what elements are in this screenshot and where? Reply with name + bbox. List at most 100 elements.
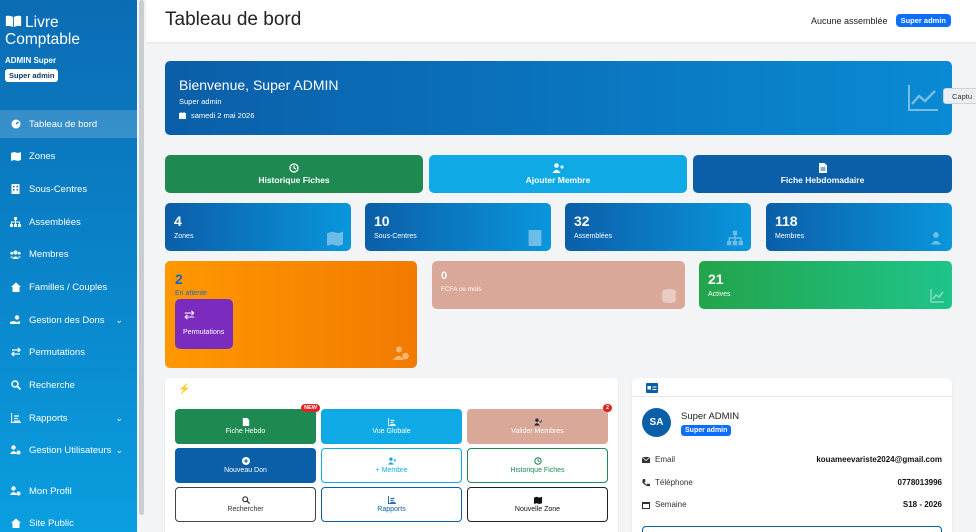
weekly-report-button[interactable]: Fiche Hebdomadaire: [693, 155, 952, 193]
pending-card[interactable]: 2 En attente ⇄ Permutations: [165, 261, 417, 368]
quick-add-member-button[interactable]: + Membre: [321, 448, 462, 483]
top-bar: Tableau de bord Aucune assemblée Super a…: [146, 0, 976, 42]
quick-button-label: + Membre: [375, 467, 408, 474]
brand-line2: Comptable: [5, 31, 80, 48]
quick-rapports-button[interactable]: Rapports: [321, 487, 462, 522]
stat-value: 10: [374, 213, 390, 229]
profile-role-badge: Super admin: [681, 425, 732, 436]
sitemap-icon: [727, 230, 743, 246]
line-chart-icon: [908, 85, 938, 111]
quick-valider-membres-button[interactable]: Valider Membres 2: [467, 404, 612, 444]
quick-nouvelle-zone-button[interactable]: Nouvelle Zone: [467, 487, 608, 522]
user-cog-icon: [10, 486, 21, 497]
page-title: Tableau de bord: [165, 9, 302, 30]
sidebar-item-mon-profil[interactable]: Mon Profil: [0, 477, 137, 505]
add-member-button[interactable]: Ajouter Membre: [429, 155, 687, 193]
fcfa-value: 0: [441, 270, 448, 282]
quick-button-label: Fiche Hebdo: [225, 428, 266, 435]
sidebar-item-sous-centres[interactable]: Sous-Centres: [0, 175, 137, 203]
book-icon: [5, 15, 22, 28]
map-icon: [327, 231, 343, 246]
chart-icon: [10, 413, 21, 424]
sidebar-item-familles[interactable]: Familles / Couples: [0, 273, 137, 301]
quick-historique-button[interactable]: Historique Fiches: [467, 448, 608, 483]
divider: [632, 396, 952, 397]
profile-action-button[interactable]: [642, 526, 942, 532]
quick-rechercher-button[interactable]: Rechercher: [175, 487, 316, 522]
fcfa-label: FCFA ce mois: [441, 286, 482, 293]
stat-value: 4: [174, 213, 182, 229]
active-card[interactable]: 21 Actives: [699, 261, 952, 309]
active-value: 21: [708, 271, 724, 287]
user-plus-icon: [387, 457, 396, 465]
stat-label: Zones: [174, 233, 194, 240]
sidebar-item-assemblees[interactable]: Assemblées: [0, 208, 137, 236]
welcome-role: Super admin: [179, 97, 222, 106]
profile-week-row: Semaine S18 - 2026: [642, 500, 942, 514]
phone-value: 0778013996: [897, 478, 943, 487]
sidebar-item-gestion-utilisateurs[interactable]: Gestion Utilisateurs ⌄: [0, 436, 137, 464]
sidebar-item-dons[interactable]: Gestion des Dons ⌄: [0, 306, 137, 334]
sidebar-item-rapports[interactable]: Rapports ⌄: [0, 404, 137, 432]
sidebar-item-recherche[interactable]: Recherche: [0, 371, 137, 399]
stat-card-assemblees[interactable]: 32 Assemblées: [565, 203, 751, 251]
sidebar-item-site-public[interactable]: Site Public: [0, 509, 137, 532]
assembly-status: Aucune assemblée: [811, 15, 888, 26]
permutations-tile[interactable]: ⇄ Permutations: [175, 299, 233, 349]
calendar-icon: [642, 501, 650, 509]
search-icon: [10, 380, 21, 391]
map-icon: [533, 496, 542, 504]
map-icon: [10, 151, 21, 162]
quick-vue-globale-button[interactable]: Vue Globale: [321, 409, 462, 444]
bolt-icon: ⚡: [178, 384, 191, 395]
quick-button-label: Rechercher: [227, 506, 264, 513]
sidebar-item-membres[interactable]: Membres: [0, 240, 137, 268]
quick-button-label: Vue Globale: [372, 428, 411, 435]
phone-icon: [642, 478, 650, 486]
coins-icon: [662, 288, 676, 304]
quick-fiche-hebdo-button[interactable]: Fiche Hebdo NEW: [175, 404, 320, 444]
stat-card-sous-centres[interactable]: 10 Sous-Centres: [365, 203, 551, 251]
envelope-icon: [642, 456, 650, 463]
fcfa-card[interactable]: 0 FCFA ce mois: [432, 261, 685, 309]
sidebar-item-label: Site Public: [29, 517, 74, 529]
sidebar-item-label: Mon Profil: [29, 485, 72, 497]
stat-label: Membres: [775, 233, 805, 240]
sidebar-scrollbar[interactable]: [139, 0, 144, 515]
stat-card-zones[interactable]: 4 Zones: [165, 203, 351, 251]
file-icon: [818, 163, 827, 173]
brand-line1: Livre: [25, 14, 59, 31]
welcome-date: samedi 2 mai 2026: [179, 111, 254, 120]
dashboard-icon: [10, 119, 21, 130]
sidebar-item-label: Assemblées: [29, 216, 81, 228]
stat-card-membres[interactable]: 118 Membres: [766, 203, 952, 251]
role-badge: Super admin: [895, 14, 951, 27]
sidebar-item-label: Membres: [29, 248, 69, 260]
sidebar-item-label: Sous-Centres: [29, 183, 88, 195]
home-icon: [10, 518, 21, 529]
brand[interactable]: Livre Comptable: [5, 14, 130, 48]
chevron-down-icon: ⌄: [115, 445, 123, 455]
exchange-icon: [10, 347, 21, 358]
id-card-icon: [646, 383, 658, 393]
history-button-label: Historique Fiches: [258, 175, 330, 185]
sidebar-item-zones[interactable]: Zones: [0, 142, 137, 170]
sidebar-role-badge: Super admin: [5, 69, 59, 82]
profile-email-row: Email kouameevariste2024@gmail.com: [642, 455, 942, 469]
chart-icon: [387, 418, 396, 426]
week-label: Semaine: [655, 500, 687, 509]
sidebar-item-permutations[interactable]: Permutations: [0, 338, 137, 366]
welcome-banner: Bienvenue, Super ADMIN Super admin samed…: [165, 61, 952, 135]
capture-tab[interactable]: Captu: [943, 88, 976, 104]
quick-actions-panel: ⚡ Fiche Hebdo NEW Vue Globale Valider Me…: [165, 378, 618, 532]
permutations-tile-label: Permutations: [183, 329, 225, 336]
sidebar-item-dashboard[interactable]: Tableau de bord: [0, 110, 137, 138]
quick-nouveau-don-button[interactable]: Nouveau Don: [175, 448, 316, 483]
users-cog-icon: [10, 445, 21, 456]
building-icon: [10, 184, 21, 195]
stat-label: Sous-Centres: [374, 233, 417, 240]
profile-name: Super ADMIN: [681, 411, 740, 422]
user-plus-icon: [552, 163, 564, 173]
history-button[interactable]: Historique Fiches: [165, 155, 423, 193]
sidebar-item-label: Rapports: [29, 412, 68, 424]
